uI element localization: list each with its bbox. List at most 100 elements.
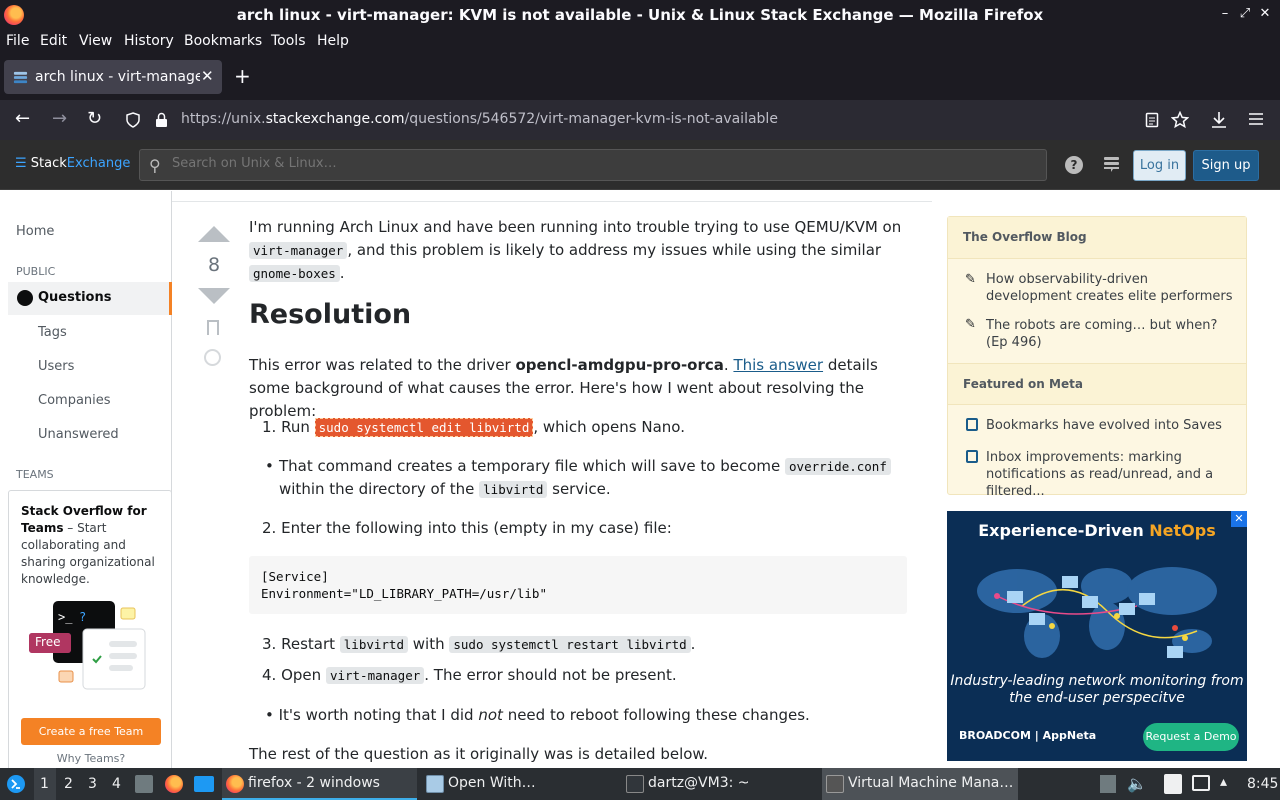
blog-item-1[interactable]: How observability-driven development cre… [986,271,1236,305]
new-tab-button[interactable]: + [234,64,251,88]
signup-button[interactable]: Sign up [1193,150,1259,181]
workspace-4[interactable]: 4 [112,776,121,792]
nav-questions[interactable]: Questions [8,282,172,315]
nav-home[interactable]: Home [16,224,54,239]
meta-item-2[interactable]: Inbox improvements: marking notification… [986,449,1236,500]
shield-icon[interactable] [126,112,140,128]
firefox-launcher-icon[interactable] [165,775,183,793]
left-sidebar: Home PUBLIC Questions Tags Users Compani… [0,191,173,780]
step-4-bullet: • It's worth noting that I did not need … [265,706,810,724]
menu-edit[interactable]: Edit [40,33,67,49]
step-2: 2. Enter the following into this (empty … [262,519,672,537]
login-button[interactable]: Log in [1133,150,1186,181]
nav-questions-label: Questions [38,290,112,305]
logo-text-b: Exchange [66,156,131,171]
blog-item-2[interactable]: The robots are coming… but when? (Ep 496… [986,317,1236,351]
site-header: ☰ StackExchange ⚲ ? Log in Sign up [0,140,1280,190]
nav-unanswered[interactable]: Unanswered [38,427,119,442]
tab-bar: arch linux - virt-manager ✕ + [0,54,1280,100]
resolution-heading: Resolution [249,299,412,330]
help-icon[interactable]: ? [1065,156,1083,174]
task-virt-manager[interactable]: Virtual Machine Mana… [822,768,1018,800]
tab-close-icon[interactable]: ✕ [201,67,214,85]
network-icon[interactable] [1192,775,1210,791]
teams-promo-text: Stack Overflow for Teams – Start collabo… [21,504,155,586]
menu-history[interactable]: History [124,33,174,49]
menu-help[interactable]: Help [317,33,349,49]
navigation-toolbar: ← → ↻ https://unix.stackexchange.com/que… [0,100,1280,140]
app-launcher-icon[interactable] [6,774,26,794]
upvote-icon[interactable] [198,226,230,242]
search-input[interactable] [172,156,972,171]
task-firefox[interactable]: firefox - 2 windows [222,768,417,800]
menu-file[interactable]: File [6,33,29,49]
config-codeblock: [Service] Environment="LD_LIBRARY_PATH=/… [249,556,907,614]
menu-tools[interactable]: Tools [271,33,306,49]
this-answer-link[interactable]: This answer [733,356,823,374]
history-icon[interactable] [204,349,221,366]
reload-icon[interactable]: ↻ [87,108,102,129]
back-icon[interactable]: ← [15,108,30,129]
task-open-with[interactable]: Open With… [422,768,617,800]
nav-section-teams: TEAMS [16,468,54,481]
desktop-icon[interactable] [194,776,214,792]
create-team-button[interactable]: Create a free Team [21,718,161,745]
rest-paragraph: The rest of the question as it originall… [249,745,709,763]
window-titlebar: arch linux - virt-manager: KVM is not av… [0,0,1280,30]
workspace-3[interactable]: 3 [88,776,97,792]
file-manager-icon[interactable] [135,775,153,793]
step-1-bullet: • That command creates a temporary file … [265,455,905,501]
close-window-button[interactable]: ✕ [1258,6,1272,22]
workspace-2[interactable]: 2 [64,776,73,792]
dialog-window-icon [426,775,444,793]
clipboard-icon[interactable] [1164,774,1182,794]
nav-tags[interactable]: Tags [38,325,67,340]
step-4: 4. Open virt-manager. The error should n… [262,666,677,684]
request-demo-button[interactable]: Request a Demo [1143,723,1239,751]
tray-expand-icon[interactable]: ▴ [1220,774,1227,790]
downloads-icon[interactable] [1211,111,1227,129]
bookmark-star-icon[interactable] [1171,111,1189,129]
nav-companies[interactable]: Companies [38,393,111,408]
site-search[interactable]: ⚲ [139,149,1047,181]
step-3: 3. Restart libvirtd with sudo systemctl … [262,635,696,653]
menu-view[interactable]: View [79,33,112,49]
globe-icon [17,290,33,306]
notifications-icon[interactable] [1100,775,1116,793]
main-content: 8 I'm running Arch Linux and have been r… [172,191,932,768]
menu-bookmarks[interactable]: Bookmarks [184,33,262,49]
pencil-icon: ✎ [965,317,976,332]
lock-icon[interactable] [155,112,168,128]
svg-text:>_: >_ [58,610,73,624]
maximize-button[interactable]: ⤢ [1238,6,1252,22]
nav-users[interactable]: Users [38,359,74,374]
downvote-icon[interactable] [198,288,230,304]
world-map-icon [977,567,1217,658]
meta-item-1[interactable]: Bookmarks have evolved into Saves [986,417,1236,434]
stackexchange-favicon-icon [13,71,28,84]
svg-text:?: ? [79,610,86,624]
minimize-button[interactable]: – [1218,6,1232,22]
url-bar[interactable]: https://unix.stackexchange.com/questions… [118,104,1189,136]
nav-section-public: PUBLIC [16,265,56,278]
clock[interactable]: 8:45 [1247,776,1278,792]
why-teams-link[interactable]: Why Teams? [9,752,173,765]
volume-icon[interactable]: 🔈 [1127,774,1147,793]
advertisement[interactable]: Experience-Driven NetOps ✕ Industry-lead… [947,511,1247,761]
free-badge: Free [35,635,61,649]
forward-icon[interactable]: → [52,108,67,129]
hamburger-menu-icon[interactable] [1248,112,1264,126]
bookmark-icon[interactable] [207,320,219,335]
ad-close-icon[interactable]: ✕ [1231,511,1247,527]
logo-text-a: Stack [30,156,67,171]
ad-brand-logo: BROADCOM | AppNeta [959,729,1097,742]
workspace-1[interactable]: 1 [34,768,56,800]
window-title: arch linux - virt-manager: KVM is not av… [236,6,1044,24]
tab-active[interactable]: arch linux - virt-manager ✕ [4,60,222,94]
site-switcher-icon[interactable] [1103,156,1120,173]
reader-view-icon[interactable] [1145,112,1159,128]
task-terminal[interactable]: dartz@VM3: ~ [622,768,817,800]
stackexchange-logo[interactable]: ☰ StackExchange [15,156,130,171]
firefox-icon [226,775,244,793]
virt-manager-icon [826,775,844,793]
